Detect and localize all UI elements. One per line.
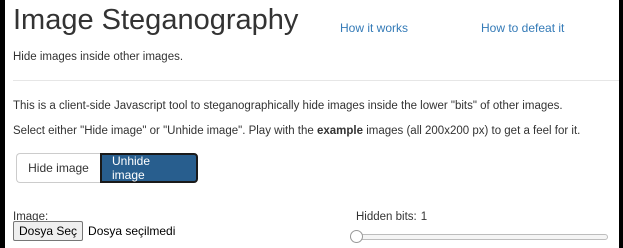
file-status: Dosya seçilmedi	[88, 224, 176, 238]
hidden-bits-readout: Hidden bits: 1	[356, 211, 427, 223]
hidden-bits-slider[interactable]	[350, 229, 608, 245]
mode-button-group: Hide image Unhide image	[16, 153, 198, 183]
choose-file-button[interactable]: Dosya Seç	[13, 221, 84, 241]
page: Image Steganography How it works How to …	[5, 0, 619, 248]
page-title: Image Steganography	[13, 4, 299, 36]
header-divider	[13, 80, 619, 81]
instructions-text: Select either "Hide image" or "Unhide im…	[13, 125, 580, 137]
instructions-bold: example	[316, 125, 364, 137]
hidden-bits-value: 1	[420, 211, 428, 223]
image-file-input: Dosya Seç Dosya seçilmedi	[13, 221, 175, 241]
page-subtitle: Hide images inside other images.	[13, 51, 184, 63]
slider-track[interactable]	[350, 234, 608, 240]
hide-image-button[interactable]: Hide image	[16, 153, 100, 183]
intro-text: This is a client-side Javascript tool to…	[13, 100, 563, 112]
nav-link-how-to-defeat[interactable]: How to defeat it	[481, 21, 564, 35]
unhide-image-button[interactable]: Unhide image	[100, 153, 198, 183]
nav-link-how-it-works[interactable]: How it works	[340, 21, 408, 35]
slider-thumb[interactable]	[350, 230, 363, 243]
instructions-before: Select either "Hide image" or "Unhide im…	[13, 125, 317, 137]
hidden-bits-label: Hidden bits:	[356, 211, 417, 223]
instructions-after: images (all 200x200 px) to get a feel fo…	[363, 125, 581, 137]
